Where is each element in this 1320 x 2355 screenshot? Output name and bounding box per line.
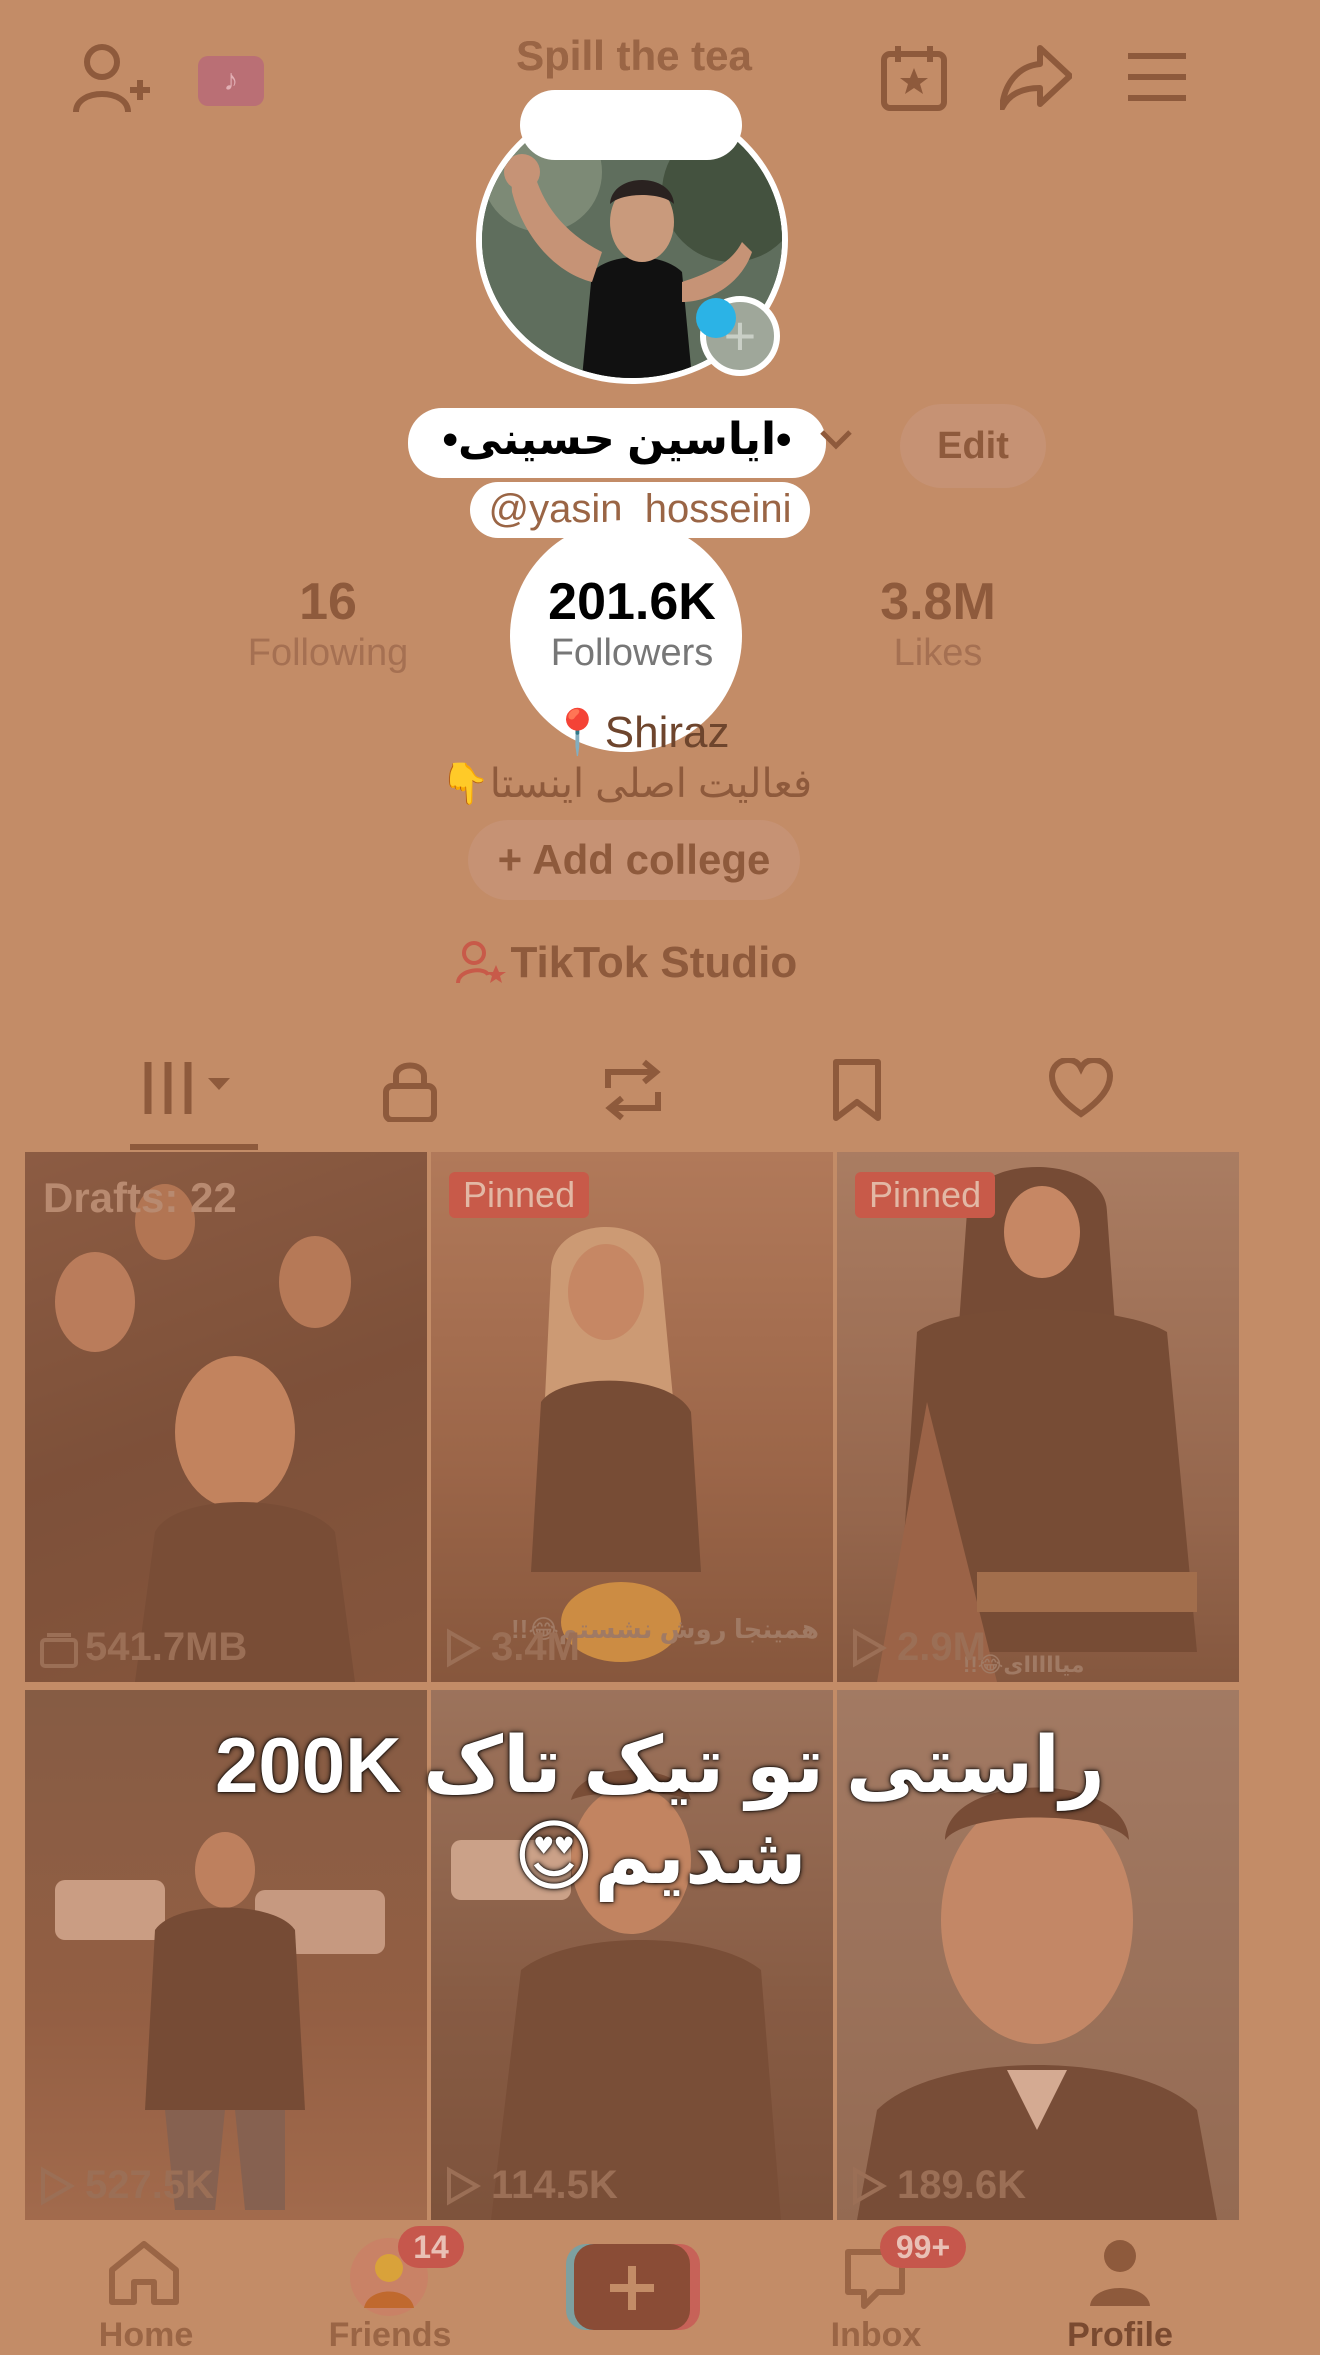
edit-profile-button[interactable]: Edit bbox=[900, 404, 1046, 488]
tab-videos[interactable] bbox=[138, 1058, 230, 1128]
view-count: 3.4M bbox=[491, 1625, 580, 1669]
drafts-label: Drafts: 22 bbox=[43, 1174, 237, 1221]
stat-following[interactable]: 16 Following bbox=[208, 572, 448, 675]
likes-label: Likes bbox=[893, 632, 983, 674]
grid-item-drafts[interactable]: Drafts: 22 541.7MB bbox=[25, 1152, 427, 1682]
hamburger-icon[interactable] bbox=[1126, 52, 1188, 102]
nav-profile-label[interactable]: Profile bbox=[1040, 2316, 1200, 2355]
drafts-size: 541.7MB bbox=[85, 1625, 248, 1669]
storage-icon bbox=[39, 1632, 79, 1668]
note-bubble-text: Spill the tea bbox=[516, 32, 752, 79]
view-count: 114.5K bbox=[491, 2163, 618, 2207]
chevron-down-icon[interactable] bbox=[818, 428, 854, 452]
bio-text: فعالیت اصلی اینستا👇 bbox=[440, 762, 813, 806]
play-icon bbox=[445, 2166, 481, 2206]
calendar-star-icon[interactable] bbox=[880, 44, 948, 112]
add-friend-icon[interactable] bbox=[72, 42, 152, 116]
stat-followers[interactable]: 201.6K Followers bbox=[512, 572, 752, 675]
tiktok-ticket-icon[interactable]: ♪ bbox=[198, 56, 264, 106]
lock-icon[interactable] bbox=[380, 1058, 460, 1128]
story-ring-accent bbox=[696, 298, 736, 338]
nav-home-label[interactable]: Home bbox=[66, 2316, 226, 2355]
studio-label: TikTok Studio bbox=[510, 938, 798, 987]
play-icon bbox=[39, 2166, 75, 2206]
friends-badge: 14 bbox=[398, 2226, 464, 2268]
nav-friends-label[interactable]: Friends bbox=[310, 2316, 470, 2355]
following-label: Following bbox=[247, 632, 409, 674]
followers-label: Followers bbox=[550, 632, 714, 674]
story-caption: راستی تو تیک تاک 200K شدیم😍 bbox=[215, 1721, 1105, 1900]
home-icon[interactable] bbox=[106, 2240, 182, 2306]
studio-person-star-icon bbox=[456, 939, 506, 987]
pinned-badge: Pinned bbox=[855, 1172, 996, 1218]
inbox-badge: 99+ bbox=[880, 2226, 966, 2268]
display-name[interactable]: •ایاسین حسینی• bbox=[408, 414, 826, 465]
note-bubble-bg bbox=[520, 90, 742, 160]
following-count: 16 bbox=[299, 573, 357, 631]
heart-icon[interactable] bbox=[1048, 1058, 1128, 1128]
add-college-button[interactable]: + Add college bbox=[468, 820, 800, 900]
create-button[interactable] bbox=[566, 2244, 700, 2330]
repost-icon[interactable] bbox=[600, 1058, 680, 1128]
tiktok-studio-link[interactable]: TikTok Studio bbox=[456, 938, 797, 988]
plus-icon bbox=[610, 2266, 654, 2310]
stat-likes[interactable]: 3.8M Likes bbox=[818, 572, 1058, 675]
bookmark-icon[interactable] bbox=[832, 1058, 912, 1128]
grid-item-pinned-1[interactable]: Pinned همینجا روش نشستم😂!! 3.4M bbox=[431, 1152, 833, 1682]
nav-inbox-label[interactable]: Inbox bbox=[796, 2316, 956, 2355]
share-arrow-icon[interactable] bbox=[1000, 44, 1072, 110]
bio-location: 📍Shiraz bbox=[550, 708, 730, 757]
play-icon bbox=[851, 2166, 887, 2206]
likes-count: 3.8M bbox=[880, 573, 996, 631]
play-icon bbox=[851, 1628, 887, 1668]
play-icon bbox=[445, 1628, 481, 1668]
grid-item-pinned-2[interactable]: Pinned میااااای😂!! 2.9M bbox=[837, 1152, 1239, 1682]
profile-icon[interactable] bbox=[1086, 2238, 1154, 2308]
followers-count: 201.6K bbox=[548, 573, 716, 631]
pinned-badge: Pinned bbox=[449, 1172, 590, 1218]
view-count: 527.5K bbox=[85, 2163, 214, 2207]
active-tab-underline bbox=[130, 1144, 258, 1150]
view-count: 2.9M bbox=[897, 1625, 986, 1669]
view-count: 189.6K bbox=[897, 2163, 1026, 2207]
